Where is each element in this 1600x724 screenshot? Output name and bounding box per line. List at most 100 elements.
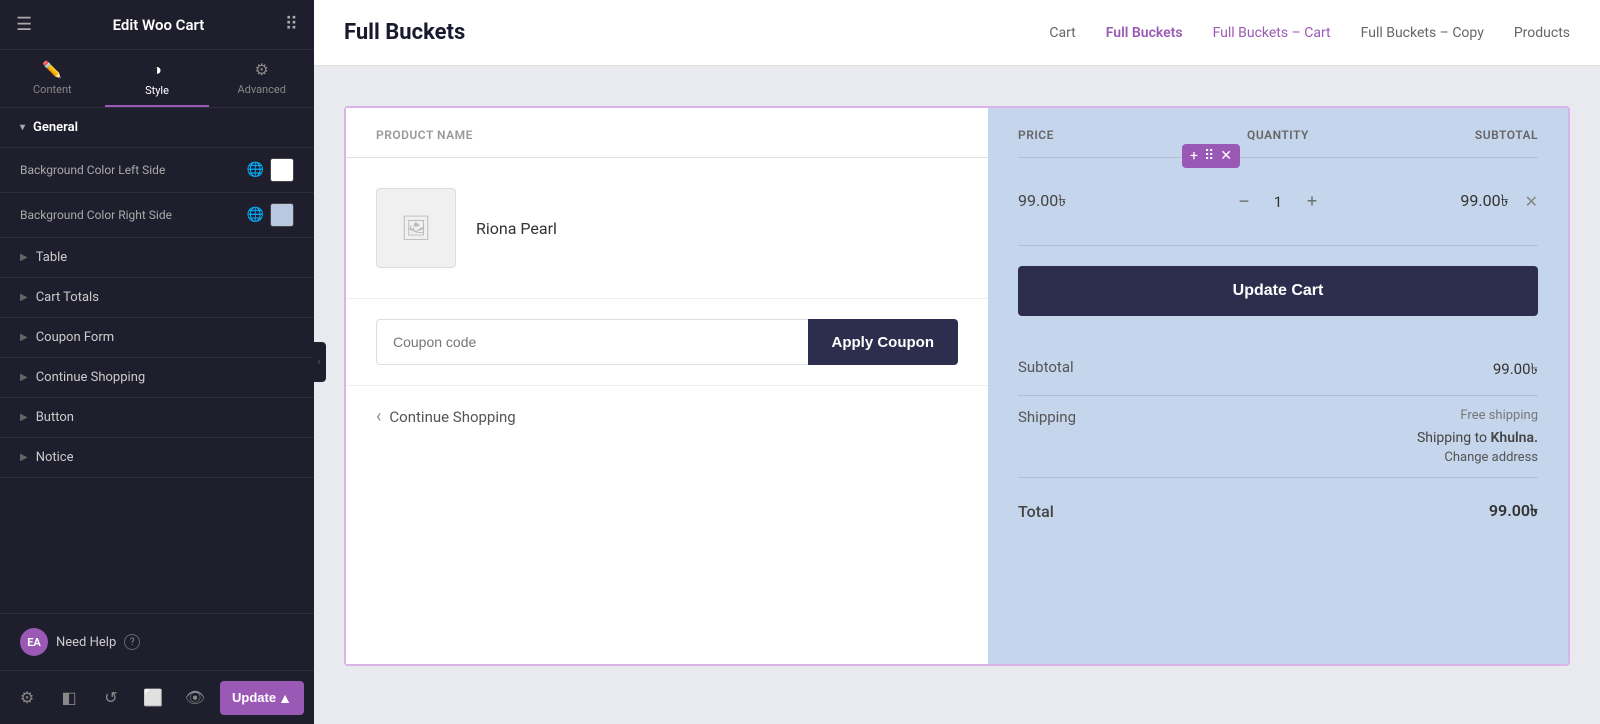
shipping-city: Khulna. xyxy=(1491,430,1538,446)
nav-link-cart[interactable]: Cart xyxy=(1049,21,1075,45)
tab-content[interactable]: ✏️ Content xyxy=(0,50,105,107)
color-swatch-right[interactable] xyxy=(270,203,294,227)
avatar: EA xyxy=(20,628,48,656)
cart-widget: PRODUCT NAME 🖼 Riona Pearl Apply Coupon … xyxy=(344,106,1570,666)
col-product-name: PRODUCT NAME xyxy=(376,128,958,142)
hamburger-icon[interactable]: ☰ xyxy=(16,14,32,35)
cart-right: PRICE QUANTITY SUBTOTAL 99.00৳ − 1 + xyxy=(988,108,1568,664)
globe-icon-right[interactable]: 🌐 xyxy=(247,207,264,223)
continue-shopping-text: Continue Shopping xyxy=(389,408,515,426)
update-button[interactable]: Update ▲ xyxy=(220,681,304,715)
coupon-arrow: ▶ xyxy=(20,332,28,343)
grid-icon[interactable]: ⠿ xyxy=(285,14,298,35)
total-value: 99.00৳ xyxy=(1489,498,1538,525)
style-tab-icon: ◑ xyxy=(152,60,162,80)
subtotal-row: Subtotal 99.00৳ xyxy=(1018,346,1538,396)
color-swatch-left[interactable] xyxy=(270,158,294,182)
bg-left-row: Background Color Left Side 🌐 xyxy=(0,148,314,193)
tab-style[interactable]: ◑ Style xyxy=(105,50,210,107)
section-button[interactable]: ▶ Button xyxy=(0,398,314,438)
product-price: 99.00৳ xyxy=(1018,188,1191,215)
globe-icon-left[interactable]: 🌐 xyxy=(247,162,264,178)
cart-right-header: PRICE QUANTITY SUBTOTAL xyxy=(1018,108,1538,158)
col-price-header: PRICE xyxy=(1018,128,1191,142)
shipping-row: Shipping Free shipping Shipping to Khuln… xyxy=(1018,396,1538,478)
free-shipping-text: Free shipping xyxy=(1417,408,1538,423)
need-help[interactable]: EA Need Help ? xyxy=(0,613,314,670)
left-panel: ☰ Edit Woo Cart ⠿ ✏️ Content ◑ Style ⚙ A… xyxy=(0,0,314,724)
cart-left: PRODUCT NAME 🖼 Riona Pearl Apply Coupon … xyxy=(346,108,988,664)
table-arrow: ▶ xyxy=(20,252,28,263)
panel-body: ▾ General Background Color Left Side 🌐 B… xyxy=(0,108,314,613)
continue-shopping-label: Continue Shopping xyxy=(36,370,145,385)
section-coupon-form[interactable]: ▶ Coupon Form xyxy=(0,318,314,358)
content-tab-icon: ✏️ xyxy=(42,60,62,79)
change-address-link[interactable]: Change address xyxy=(1417,450,1538,465)
subtotal-value: 99.00৳ xyxy=(1460,188,1508,215)
toolbar-add-icon[interactable]: + xyxy=(1190,148,1198,164)
product-row: 🖼 Riona Pearl xyxy=(346,158,988,299)
total-label: Total xyxy=(1018,502,1054,521)
general-arrow: ▾ xyxy=(20,122,25,133)
remove-product-button[interactable]: ✕ xyxy=(1525,192,1538,212)
toolbar-drag-icon[interactable]: ⠿ xyxy=(1204,148,1214,164)
cart-totals-arrow: ▶ xyxy=(20,292,28,303)
notice-arrow: ▶ xyxy=(20,452,28,463)
nav-link-full-buckets-cart[interactable]: Full Buckets – Cart xyxy=(1213,21,1331,45)
qty-increase-button[interactable]: + xyxy=(1300,190,1324,214)
bg-right-label: Background Color Right Side xyxy=(20,208,172,222)
panel-title: Edit Woo Cart xyxy=(113,16,205,34)
template-icon[interactable]: ⬜ xyxy=(136,681,170,715)
coupon-input[interactable] xyxy=(376,319,808,365)
collapse-handle[interactable]: ‹ xyxy=(312,342,326,382)
back-arrow-icon: ‹ xyxy=(376,406,381,427)
section-cart-totals[interactable]: ▶ Cart Totals xyxy=(0,278,314,318)
widget-toolbar: + ⠿ ✕ xyxy=(1182,144,1240,168)
coupon-form-label: Coupon Form xyxy=(36,330,114,345)
table-label: Table xyxy=(36,250,67,265)
total-row: Total 99.00৳ xyxy=(1018,478,1538,545)
need-help-text: Need Help xyxy=(56,635,116,650)
product-image: 🖼 xyxy=(376,188,456,268)
subtotal-col: 99.00৳ ✕ xyxy=(1365,188,1538,215)
panel-tabs: ✏️ Content ◑ Style ⚙ Advanced xyxy=(0,50,314,108)
bg-right-control: 🌐 xyxy=(247,203,294,227)
panel-bottom: ⚙ ◧ ↺ ⬜ 👁 Update ▲ xyxy=(0,670,314,724)
settings-icon[interactable]: ⚙ xyxy=(10,681,44,715)
section-table[interactable]: ▶ Table xyxy=(0,238,314,278)
nav-link-full-buckets[interactable]: Full Buckets xyxy=(1106,21,1183,45)
notice-label: Notice xyxy=(36,450,74,465)
help-question-icon: ? xyxy=(124,634,140,650)
section-continue-shopping[interactable]: ▶ Continue Shopping xyxy=(0,358,314,398)
update-cart-button[interactable]: Update Cart xyxy=(1018,266,1538,316)
qty-decrease-button[interactable]: − xyxy=(1232,190,1256,214)
layers-icon[interactable]: ◧ xyxy=(52,681,86,715)
general-label: General xyxy=(33,120,78,135)
update-btn-label: Update xyxy=(232,690,276,705)
advanced-tab-icon: ⚙ xyxy=(255,60,269,79)
nav-links: Cart Full Buckets Full Buckets – Cart Fu… xyxy=(1049,21,1570,45)
nav-link-products[interactable]: Products xyxy=(1514,21,1570,45)
apply-coupon-button[interactable]: Apply Coupon xyxy=(808,319,958,365)
col-subtotal-header: SUBTOTAL xyxy=(1365,128,1538,142)
cart-table-header: PRODUCT NAME xyxy=(346,108,988,158)
section-general[interactable]: ▾ General xyxy=(0,108,314,148)
button-label: Button xyxy=(36,410,74,425)
quantity-col: − 1 + xyxy=(1191,190,1364,214)
coupon-form: Apply Coupon xyxy=(346,299,988,386)
update-chevron-icon: ▲ xyxy=(278,690,292,706)
toolbar-close-icon[interactable]: ✕ xyxy=(1220,148,1232,164)
tab-advanced[interactable]: ⚙ Advanced xyxy=(209,50,314,107)
shipping-label: Shipping xyxy=(1018,408,1076,426)
top-nav: Full Buckets Cart Full Buckets Full Buck… xyxy=(314,0,1600,66)
continue-shopping[interactable]: ‹ Continue Shopping xyxy=(346,386,988,447)
history-icon[interactable]: ↺ xyxy=(94,681,128,715)
shipping-to-text: Shipping to Khulna. xyxy=(1417,430,1538,446)
page-title: Full Buckets xyxy=(344,20,465,45)
cart-totals-label: Cart Totals xyxy=(36,290,99,305)
product-name: Riona Pearl xyxy=(476,219,557,238)
preview-icon[interactable]: 👁 xyxy=(178,681,212,715)
nav-link-full-buckets-copy[interactable]: Full Buckets – Copy xyxy=(1361,21,1484,45)
button-arrow: ▶ xyxy=(20,412,28,423)
section-notice[interactable]: ▶ Notice xyxy=(0,438,314,478)
